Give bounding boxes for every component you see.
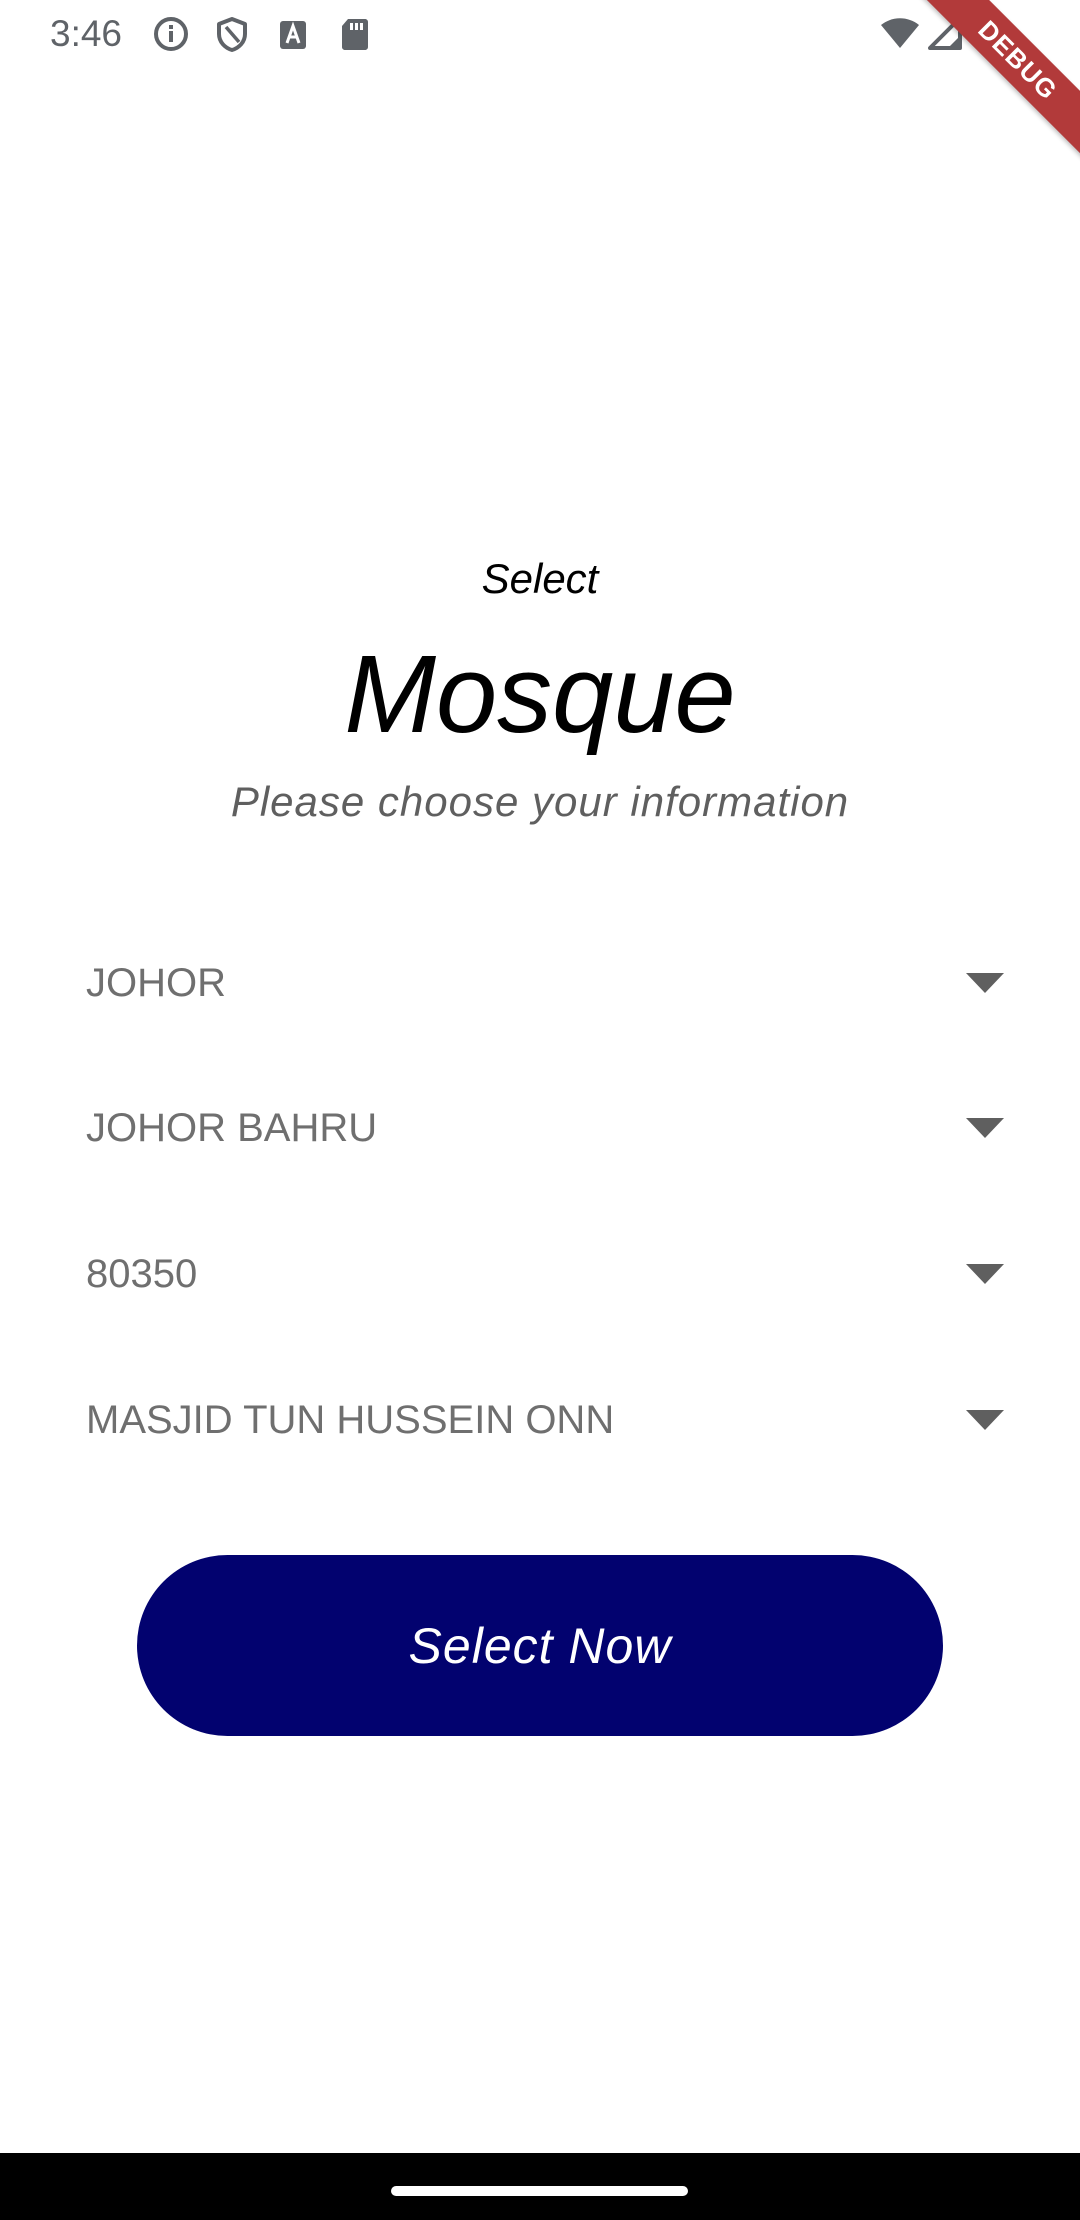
select-now-label: Select Now — [408, 1617, 672, 1674]
select-now-button[interactable]: Select Now — [137, 1555, 943, 1736]
page-subtitle: Please choose your information — [230, 778, 850, 825]
navigation-bar — [0, 2153, 1080, 2220]
caret-down-icon — [966, 1118, 1004, 1138]
shield-icon — [212, 14, 252, 54]
pre-title: Select — [481, 555, 599, 602]
postcode-dropdown-value: 80350 — [86, 1252, 198, 1296]
text-a-icon — [273, 14, 313, 54]
mosque-dropdown[interactable]: MASJID TUN HUSSEIN ONN — [86, 1378, 1006, 1462]
caret-down-icon — [966, 1264, 1004, 1284]
postcode-dropdown[interactable]: 80350 — [86, 1232, 1006, 1316]
caret-down-icon — [966, 1410, 1004, 1430]
page-title: Mosque — [344, 633, 736, 756]
state-dropdown-value: JOHOR — [86, 961, 226, 1005]
district-dropdown[interactable]: JOHOR BAHRU — [86, 1086, 1006, 1170]
status-bar: 3:46 — [0, 0, 1080, 66]
info-icon — [151, 14, 191, 54]
sd-card-icon — [334, 14, 374, 54]
status-time: 3:46 — [50, 13, 123, 54]
mosque-dropdown-value: MASJID TUN HUSSEIN ONN — [86, 1398, 615, 1442]
district-dropdown-value: JOHOR BAHRU — [86, 1106, 378, 1150]
state-dropdown[interactable]: JOHOR — [86, 941, 1006, 1025]
wifi-icon — [880, 14, 920, 54]
screen: 3:46 DEBUG Select Mosque Please choose y… — [0, 0, 1080, 2220]
home-handle[interactable] — [391, 2186, 688, 2196]
caret-down-icon — [966, 973, 1004, 993]
